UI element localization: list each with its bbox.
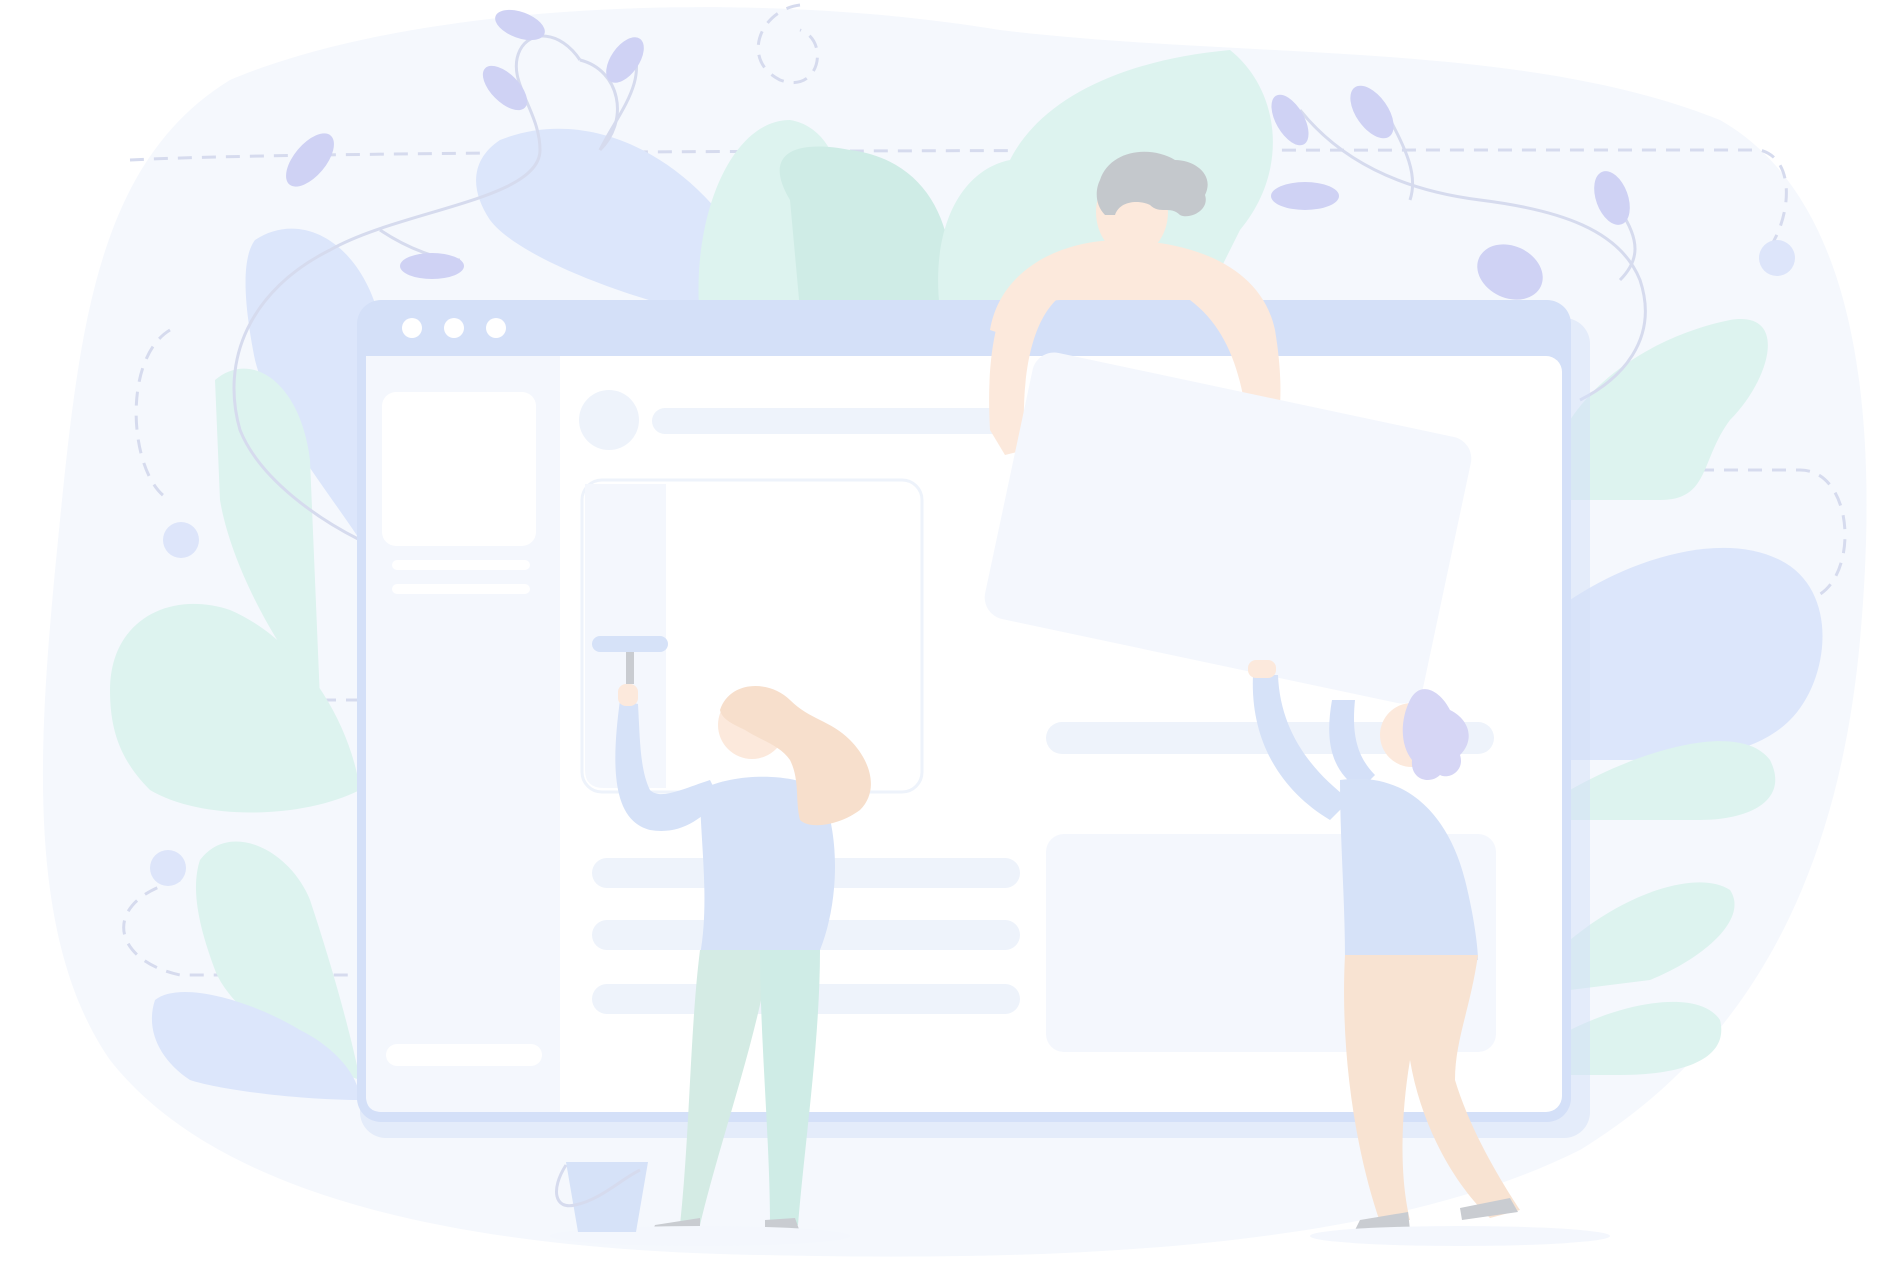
avatar-placeholder <box>579 390 639 450</box>
sidebar-footer-line <box>386 1044 542 1066</box>
roller-handle <box>626 652 634 684</box>
woman-hand <box>618 684 638 706</box>
man2-hands <box>1248 660 1276 678</box>
man2-shadow <box>1310 1226 1610 1246</box>
sidebar-line <box>392 560 530 570</box>
header-line-placeholder <box>652 408 1012 434</box>
website-construction-illustration <box>42 3 1867 1257</box>
paint-roller-icon <box>592 636 668 652</box>
window-dots-icon <box>402 318 506 338</box>
sidebar-image-placeholder <box>382 392 536 546</box>
sidebar-line <box>392 584 530 594</box>
